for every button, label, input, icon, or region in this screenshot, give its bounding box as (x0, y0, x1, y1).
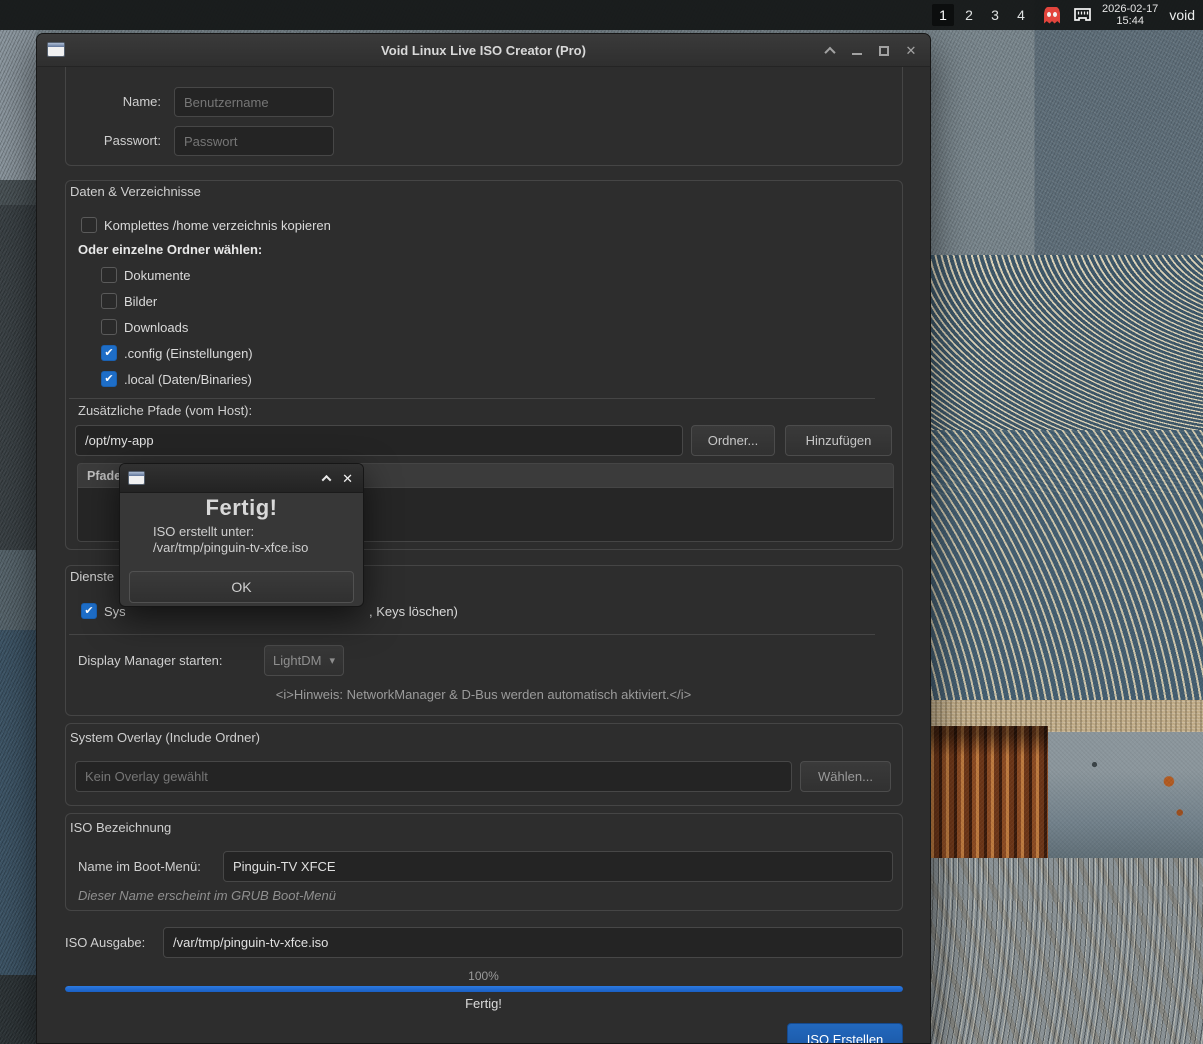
services-hint: <i>Hinweis: NetworkManager & D-Bus werde… (37, 687, 930, 702)
dialog-shade-button[interactable] (322, 475, 332, 485)
folder-row-downloads: Downloads (101, 319, 188, 335)
workspace-3[interactable]: 3 (984, 4, 1006, 26)
panel-clock[interactable]: 2026-02-17 15:44 (1102, 3, 1158, 27)
dialog-close-icon[interactable]: ✕ (342, 472, 353, 485)
password-input[interactable] (174, 126, 334, 156)
home-checkbox-row: Komplettes /home verzeichnis kopieren (81, 217, 331, 233)
bootname-input[interactable] (223, 851, 893, 882)
window-icon (47, 42, 65, 57)
folder-label: Dokumente (124, 268, 190, 283)
display-manager-value: LightDM (273, 653, 321, 668)
paths-column-header: Pfade (87, 469, 121, 483)
overlay-group-title: System Overlay (Include Ordner) (70, 730, 260, 745)
status-label: Fertig! (37, 996, 930, 1011)
network-icon[interactable] (1072, 7, 1093, 23)
folder-row-bilder: Bilder (101, 293, 157, 309)
chevron-down-icon: ▾ (329, 654, 335, 667)
folder-label: .config (Einstellungen) (124, 346, 253, 361)
folder-label: Bilder (124, 294, 157, 309)
overlay-choose-button[interactable]: Wählen... (800, 761, 891, 792)
section-separator (69, 398, 875, 399)
shade-button[interactable] (823, 44, 837, 58)
progress-percent-label: 100% (37, 969, 930, 983)
create-iso-button[interactable]: ISO Erstellen (787, 1023, 903, 1043)
completion-dialog: ✕ Fertig! ISO erstellt unter: /var/tmp/p… (119, 463, 364, 607)
folder-label: Downloads (124, 320, 188, 335)
password-label: Passwort: (65, 126, 161, 156)
services-checkbox[interactable] (81, 603, 97, 619)
username-input[interactable] (174, 87, 334, 117)
window-title: Void Linux Live ISO Creator (Pro) (37, 43, 930, 58)
dialog-message-line2: /var/tmp/pinguin-tv-xfce.iso (153, 540, 308, 555)
workspace-4[interactable]: 4 (1010, 4, 1032, 26)
workspace-switcher: 1 2 3 4 (932, 4, 1032, 26)
iso-output-input[interactable] (163, 927, 903, 958)
checkbox-dokumente[interactable] (101, 267, 117, 283)
dialog-ok-button[interactable]: OK (129, 571, 354, 603)
folder-browse-button[interactable]: Ordner... (691, 425, 775, 456)
dialog-title: Fertig! (120, 495, 363, 521)
data-group-title: Daten & Verzeichnisse (70, 184, 201, 199)
maximize-button[interactable] (877, 44, 891, 58)
progress-bar (65, 986, 903, 992)
ghost-tray-icon[interactable] (1044, 7, 1060, 24)
host-label: void (1167, 7, 1195, 23)
home-checkbox[interactable] (81, 217, 97, 233)
minimize-button[interactable] (850, 44, 864, 58)
folder-label: .local (Daten/Binaries) (124, 372, 252, 387)
folder-row-local: .local (Daten/Binaries) (101, 371, 252, 387)
iso-label-group-title: ISO Bezeichnung (70, 820, 171, 835)
display-manager-dropdown[interactable]: LightDM ▾ (264, 645, 344, 676)
extra-paths-label: Zusätzliche Pfade (vom Host): (78, 403, 252, 418)
dialog-window-icon (128, 471, 145, 485)
workspace-2[interactable]: 2 (958, 4, 980, 26)
folder-row-dokumente: Dokumente (101, 267, 190, 283)
folders-subheading: Oder einzelne Ordner wählen: (78, 242, 262, 257)
clock-time: 15:44 (1102, 15, 1158, 27)
bootname-hint: Dieser Name erscheint im GRUB Boot-Menü (78, 888, 336, 903)
home-checkbox-label: Komplettes /home verzeichnis kopieren (104, 218, 331, 233)
checkbox-downloads[interactable] (101, 319, 117, 335)
dialog-message-line1: ISO erstellt unter: (153, 524, 254, 539)
iso-output-label: ISO Ausgabe: (65, 927, 145, 958)
progress-bar-fill (65, 986, 903, 992)
checkbox-local[interactable] (101, 371, 117, 387)
checkbox-config[interactable] (101, 345, 117, 361)
clock-date: 2026-02-17 (1102, 3, 1158, 15)
services-separator (69, 634, 875, 635)
close-button[interactable]: ✕ (904, 44, 918, 58)
checkbox-bilder[interactable] (101, 293, 117, 309)
top-panel: 1 2 3 4 2026-02-17 15:44 void (0, 0, 1203, 30)
extra-path-input[interactable] (75, 425, 683, 456)
services-checkbox-label-right: , Keys löschen) (369, 604, 458, 619)
workspace-1[interactable]: 1 (932, 4, 954, 26)
services-group-title: Dienste (70, 569, 114, 584)
window-titlebar[interactable]: Void Linux Live ISO Creator (Pro) ✕ (37, 34, 930, 67)
name-label: Name: (65, 87, 161, 117)
overlay-path-input[interactable] (75, 761, 792, 792)
folder-row-config: .config (Einstellungen) (101, 345, 253, 361)
add-path-button[interactable]: Hinzufügen (785, 425, 892, 456)
display-manager-label: Display Manager starten: (78, 645, 223, 676)
bootname-label: Name im Boot-Menü: (78, 851, 201, 882)
dialog-titlebar[interactable]: ✕ (120, 464, 363, 493)
